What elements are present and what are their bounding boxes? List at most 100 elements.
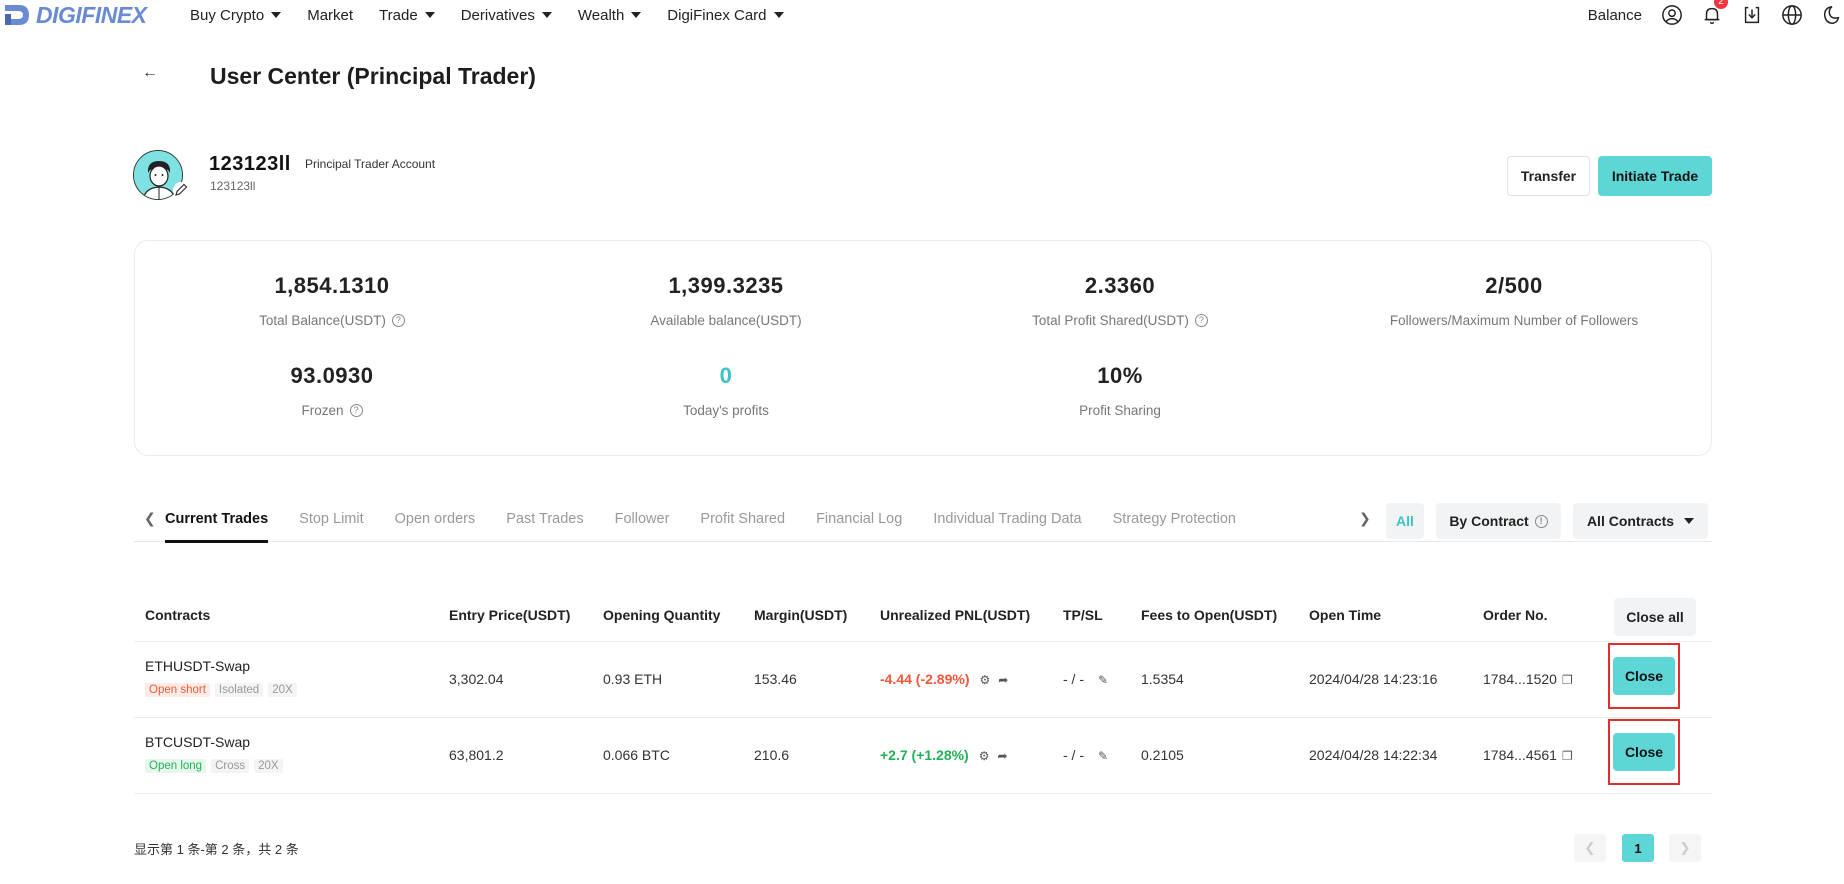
stat-value: 10%: [1097, 363, 1143, 388]
username: 123123ll: [209, 153, 291, 175]
edit-avatar-icon[interactable]: [173, 182, 189, 198]
position-tags: Open long Cross 20X: [145, 759, 283, 773]
chevron-down-icon: [541, 12, 552, 18]
nav-buy-crypto[interactable]: Buy Crypto: [190, 7, 282, 24]
stats-card: 1,854.1310 Total Balance(USDT)? 1,399.32…: [134, 240, 1712, 456]
pagination-next-icon[interactable]: ❯: [1669, 834, 1701, 862]
user-icon[interactable]: [1660, 3, 1684, 27]
edit-icon[interactable]: ✎: [1098, 673, 1108, 687]
logo-mark-icon: [5, 5, 29, 25]
moon-icon[interactable]: [1820, 3, 1844, 27]
nav-label: Wealth: [577, 6, 625, 24]
share-icon[interactable]: ➦: [998, 749, 1008, 763]
share-icon[interactable]: ➦: [998, 673, 1008, 687]
nav-market[interactable]: Market: [307, 7, 353, 24]
th-opening-quantity: Opening Quantity: [603, 607, 721, 623]
table-row: ETHUSDT-Swap Open short Isolated 20X 3,3…: [134, 642, 1712, 718]
stat-profit-sharing: 10% Profit Sharing: [940, 363, 1300, 418]
contract-pair[interactable]: ETHUSDT-Swap: [145, 658, 250, 674]
unrealized-pnl: -4.44 (-2.89%): [880, 671, 970, 687]
nav-wealth[interactable]: Wealth: [577, 6, 642, 24]
tab-individual-trading-data[interactable]: Individual Trading Data: [933, 500, 1081, 542]
tab-past-trades[interactable]: Past Trades: [506, 500, 583, 542]
initiate-trade-button[interactable]: Initiate Trade: [1598, 156, 1712, 196]
tpsl-value: - / -: [1063, 747, 1084, 763]
close-button-highlight: Close: [1608, 643, 1680, 709]
stat-label: Total Balance(USDT): [259, 313, 386, 328]
stat-available-balance: 1,399.3235 Available balance(USDT): [546, 273, 906, 328]
close-button-highlight: Close: [1608, 719, 1680, 785]
tab-financial-log[interactable]: Financial Log: [816, 500, 902, 542]
pagination-page-current[interactable]: 1: [1622, 834, 1654, 862]
tab-strategy-protection[interactable]: Strategy Protection: [1113, 500, 1236, 542]
all-contracts-dropdown[interactable]: All Contracts: [1573, 503, 1708, 539]
chevron-down-icon: [631, 12, 642, 18]
opening-quantity: 0.93 ETH: [603, 671, 663, 687]
chevron-right-icon[interactable]: ❯: [1359, 510, 1371, 527]
nav-right-tools: Balance 2: [1588, 0, 1844, 30]
main-menu: Buy Crypto Market Trade Derivatives Weal…: [190, 0, 810, 30]
margin-mode-tag: Isolated: [214, 683, 264, 697]
close-position-button[interactable]: Close: [1613, 657, 1675, 695]
chevron-left-icon[interactable]: ❮: [144, 510, 156, 527]
fees: 0.2105: [1141, 747, 1184, 763]
stat-todays-profits: 0 Today's profits: [546, 363, 906, 418]
entry-price: 63,801.2: [449, 747, 504, 763]
filter-by-contract-button[interactable]: By Contract!: [1436, 503, 1561, 539]
open-time: 2024/04/28 14:23:16: [1309, 671, 1438, 687]
tab-current-trades[interactable]: Current Trades: [165, 500, 269, 543]
close-position-button[interactable]: Close: [1613, 733, 1675, 771]
tab-stop-limit[interactable]: Stop Limit: [299, 500, 363, 542]
back-arrow-icon[interactable]: ←: [142, 64, 162, 84]
open-time: 2024/04/28 14:22:34: [1309, 747, 1438, 763]
nav-trade[interactable]: Trade: [379, 7, 435, 24]
nav-digifinex-card[interactable]: DigiFinex Card: [667, 7, 784, 24]
tab-profit-shared[interactable]: Profit Shared: [700, 500, 785, 542]
digifinex-logo[interactable]: DIGIFINEX: [2, 0, 147, 30]
bell-icon[interactable]: 2: [1700, 0, 1728, 27]
filter-all-button[interactable]: All: [1386, 503, 1424, 539]
th-contracts: Contracts: [145, 607, 211, 623]
pnl-cell: +2.7 (+1.28%) ⚙ ➦: [880, 747, 1008, 763]
account-type-label: Principal Trader Account: [305, 157, 436, 171]
globe-icon[interactable]: [1780, 3, 1804, 27]
unrealized-pnl: +2.7 (+1.28%): [880, 747, 969, 763]
th-margin: Margin(USDT): [754, 607, 848, 623]
transfer-button[interactable]: Transfer: [1507, 156, 1590, 196]
pagination-prev-icon[interactable]: ❮: [1574, 834, 1606, 862]
copy-icon[interactable]: ❐: [1562, 749, 1573, 763]
settings-icon[interactable]: ⚙: [979, 749, 990, 763]
tabs: Current Trades Stop Limit Open orders Pa…: [165, 500, 1267, 543]
info-icon[interactable]: ?: [349, 404, 363, 417]
copy-icon[interactable]: ❐: [1562, 673, 1573, 687]
tab-follower[interactable]: Follower: [615, 500, 670, 542]
stat-total-balance: 1,854.1310 Total Balance(USDT)?: [152, 273, 512, 328]
contract-pair[interactable]: BTCUSDT-Swap: [145, 734, 250, 750]
table-row: BTCUSDT-Swap Open long Cross 20X 63,801.…: [134, 718, 1712, 794]
stat-label-row: Total Profit Shared(USDT)?: [940, 313, 1300, 328]
chevron-down-icon: [424, 12, 435, 18]
info-icon[interactable]: ?: [391, 314, 405, 327]
settings-icon[interactable]: ⚙: [979, 673, 990, 687]
tpsl-cell: - / - ✎: [1063, 747, 1108, 763]
side-tag: Open short: [145, 683, 210, 697]
stat-label: Total Profit Shared(USDT): [1032, 313, 1189, 328]
stat-label-row: Today's profits: [546, 403, 906, 418]
stat-value: 1,854.1310: [274, 273, 390, 298]
download-icon[interactable]: [1740, 3, 1764, 27]
notification-badge: 2: [1714, 0, 1728, 9]
tab-open-orders[interactable]: Open orders: [395, 500, 476, 542]
stat-value: 0: [719, 363, 733, 388]
pnl-cell: -4.44 (-2.89%) ⚙ ➦: [880, 671, 1008, 687]
nav-balance-link[interactable]: Balance: [1588, 7, 1642, 24]
stat-label: Available balance(USDT): [650, 313, 802, 328]
stat-label-row: Frozen?: [152, 403, 512, 418]
nav-derivatives[interactable]: Derivatives: [461, 7, 552, 24]
info-icon[interactable]: ?: [1194, 314, 1208, 327]
th-fees: Fees to Open(USDT): [1141, 607, 1278, 623]
close-all-button[interactable]: Close all: [1614, 598, 1696, 636]
edit-icon[interactable]: ✎: [1098, 749, 1108, 763]
chevron-down-icon: [773, 12, 784, 18]
position-tags: Open short Isolated 20X: [145, 683, 297, 697]
stat-label: Profit Sharing: [1079, 403, 1161, 418]
